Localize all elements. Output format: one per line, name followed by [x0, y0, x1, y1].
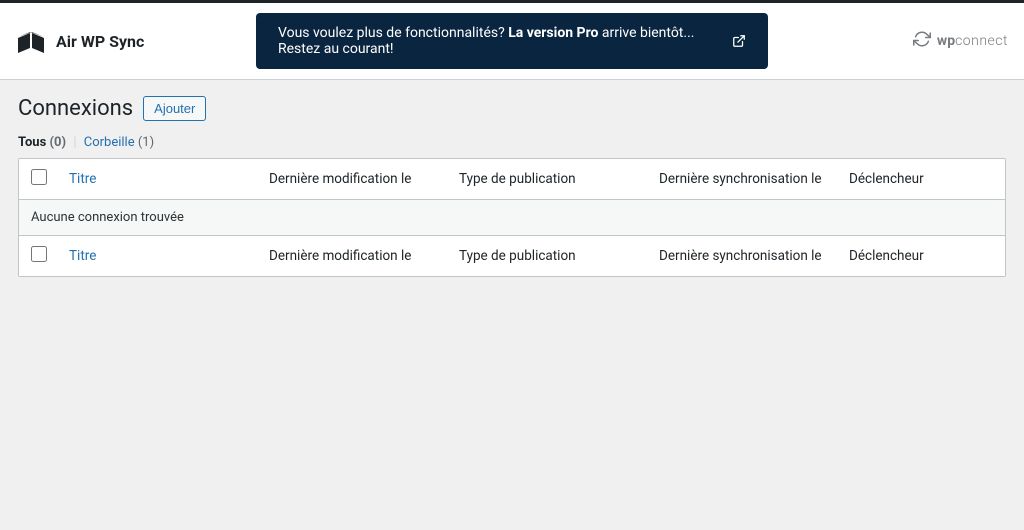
separator: |	[73, 135, 76, 150]
add-button[interactable]: Ajouter	[143, 96, 206, 121]
col-title[interactable]: Titre	[59, 161, 259, 197]
top-bar: Air WP Sync Vous voulez plus de fonction…	[0, 0, 1024, 80]
col-sync-footer: Dernière synchronisation le	[649, 238, 839, 274]
select-all-checkbox-footer[interactable]	[31, 246, 47, 262]
page-header: Connexions Ajouter	[18, 96, 1006, 121]
col-pubtype: Type de publication	[449, 161, 649, 197]
select-all-checkbox[interactable]	[31, 169, 47, 185]
cube-icon	[16, 29, 46, 53]
brand: Air WP Sync	[16, 29, 144, 53]
col-trigger: Déclencheur	[839, 161, 999, 197]
col-sync: Dernière synchronisation le	[649, 161, 839, 197]
table-header: Titre Dernière modification le Type de p…	[19, 159, 1005, 200]
sync-icon	[913, 30, 931, 52]
content: Connexions Ajouter Tous (0) | Corbeille …	[0, 80, 1024, 293]
select-all-footer	[19, 236, 59, 276]
filter-links: Tous (0) | Corbeille (1)	[18, 135, 1006, 150]
empty-message: Aucune connexion trouvée	[31, 210, 184, 225]
select-all-header	[19, 159, 59, 199]
wpconnect-text: wpconnect	[937, 33, 1008, 49]
promo-text: Vous voulez plus de fonctionnalités? La …	[278, 25, 722, 57]
col-pubtype-footer: Type de publication	[449, 238, 649, 274]
promo-banner[interactable]: Vous voulez plus de fonctionnalités? La …	[256, 13, 768, 69]
connections-table: Titre Dernière modification le Type de p…	[18, 158, 1006, 277]
col-modified: Dernière modification le	[259, 161, 449, 197]
filter-trash[interactable]: Corbeille (1)	[84, 135, 154, 150]
page-title: Connexions	[18, 96, 133, 121]
brand-name: Air WP Sync	[56, 32, 144, 51]
col-trigger-footer: Déclencheur	[839, 238, 999, 274]
external-link-icon	[732, 34, 746, 48]
wpconnect-logo[interactable]: wpconnect	[913, 30, 1008, 52]
table-footer: Titre Dernière modification le Type de p…	[19, 236, 1005, 276]
filter-all[interactable]: Tous (0)	[18, 135, 69, 150]
col-modified-footer: Dernière modification le	[259, 238, 449, 274]
empty-row: Aucune connexion trouvée	[19, 200, 1005, 236]
col-title-footer[interactable]: Titre	[59, 238, 259, 274]
